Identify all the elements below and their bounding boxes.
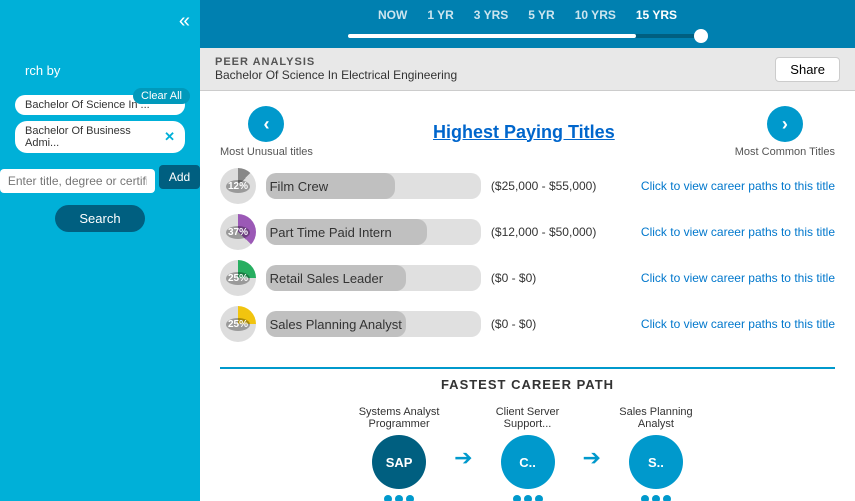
nav-left-col: ‹ Most Unusual titles [220, 106, 313, 158]
path-dot [641, 495, 649, 501]
job-row: 25% Sales Planning Analyst ($0 - $0) Cli… [220, 306, 835, 342]
job-title: Film Crew [266, 179, 328, 194]
peer-title-block: PEER ANALYSIS Bachelor Of Science In Ele… [215, 56, 457, 82]
path-dot [513, 495, 521, 501]
path-node-circle[interactable]: S.. [629, 435, 683, 489]
job-percent-circle: 25% [220, 306, 256, 342]
path-node-circle[interactable]: C.. [501, 435, 555, 489]
slider-track[interactable] [348, 34, 708, 38]
sidebar: « rch by Clear All Bachelor Of Science I… [0, 0, 200, 501]
path-arrow-icon: ➔ [454, 445, 472, 471]
job-bar-wrapper: Retail Sales Leader [266, 265, 481, 291]
nav-15yrs[interactable]: 15 YRS [636, 8, 677, 28]
right-nav-label: Most Common Titles [735, 146, 835, 158]
path-dot [535, 495, 543, 501]
path-dot [395, 495, 403, 501]
job-salary: ($12,000 - $50,000) [491, 225, 631, 239]
search-input[interactable] [0, 169, 155, 193]
job-salary: ($0 - $0) [491, 271, 631, 285]
path-node-title: Systems Analyst Programmer [344, 400, 454, 430]
path-node: Sales Planning Analyst S.. 3 Years [601, 400, 711, 501]
path-node-dots [384, 495, 414, 501]
path-node-dots [513, 495, 543, 501]
tag-label: Bachelor Of Science In ... [25, 99, 150, 111]
job-salary: ($0 - $0) [491, 317, 631, 331]
job-salary: ($25,000 - $55,000) [491, 179, 631, 193]
path-arrow-icon: ➔ [583, 445, 601, 471]
path-node: Client Server Support... C.. 4 Years [473, 400, 583, 501]
slider-thumb[interactable] [694, 29, 708, 43]
job-title: Part Time Paid Intern [266, 225, 392, 240]
path-node-title: Client Server Support... [473, 400, 583, 430]
job-percent: 12% [226, 180, 250, 193]
fastest-career-path-section: FASTEST CAREER PATH Systems Analyst Prog… [200, 357, 855, 501]
section-title-area: Highest Paying Titles [313, 122, 735, 143]
job-bar-wrapper: Part Time Paid Intern [266, 219, 481, 245]
job-row: 25% Retail Sales Leader ($0 - $0) Click … [220, 260, 835, 296]
search-button[interactable]: Search [55, 205, 144, 232]
career-link[interactable]: Click to view career paths to this title [641, 271, 835, 285]
clear-all-button[interactable]: Clear All [133, 88, 190, 104]
left-nav-label: Most Unusual titles [220, 146, 313, 158]
job-percent: 37% [226, 226, 250, 239]
timeline-slider [200, 28, 855, 48]
path-dot [384, 495, 392, 501]
add-button[interactable]: Add [159, 165, 200, 189]
job-bar-wrapper: Sales Planning Analyst [266, 311, 481, 337]
path-dot [406, 495, 414, 501]
path-node-circle[interactable]: SAP [372, 435, 426, 489]
content-area: ‹ Most Unusual titles Highest Paying Tit… [200, 91, 855, 501]
peer-analysis-label: PEER ANALYSIS [215, 56, 457, 68]
job-title: Sales Planning Analyst [266, 317, 402, 332]
job-bar-wrapper: Film Crew [266, 173, 481, 199]
nav-3yrs[interactable]: 3 YRS [474, 8, 508, 28]
nav-1yr[interactable]: 1 YR [427, 8, 453, 28]
career-link[interactable]: Click to view career paths to this title [641, 225, 835, 239]
job-percent: 25% [226, 272, 250, 285]
path-dot [524, 495, 532, 501]
job-percent: 25% [226, 318, 250, 331]
path-dot [652, 495, 660, 501]
job-title: Retail Sales Leader [266, 271, 383, 286]
job-bar-container: Film Crew [266, 173, 481, 199]
nav-now[interactable]: NOW [378, 8, 407, 28]
top-nav: NOW 1 YR 3 YRS 5 YR 10 YRS 15 YRS [200, 0, 855, 28]
career-link[interactable]: Click to view career paths to this title [641, 179, 835, 193]
path-node-dots [641, 495, 671, 501]
prev-arrow[interactable]: ‹ [248, 106, 284, 142]
job-percent-circle: 25% [220, 260, 256, 296]
share-button[interactable]: Share [775, 57, 840, 82]
peer-analysis-header: PEER ANALYSIS Bachelor Of Science In Ele… [200, 48, 855, 91]
nav-10yrs[interactable]: 10 YRS [575, 8, 616, 28]
chevron-left-icon[interactable]: « [179, 10, 190, 33]
tag-label: Bachelor Of Business Admi... [25, 125, 164, 149]
nav-right-col: › Most Common Titles [735, 106, 835, 158]
path-node-title: Sales Planning Analyst [601, 400, 711, 430]
sidebar-header: « [0, 10, 200, 33]
search-by-label: rch by [10, 63, 60, 78]
job-bar-container: Part Time Paid Intern [266, 219, 481, 245]
fastest-path-title: FASTEST CAREER PATH [220, 367, 835, 392]
main-content: NOW 1 YR 3 YRS 5 YR 10 YRS 15 YRS PEER A… [200, 0, 855, 501]
career-path: Systems Analyst Programmer SAP 3 Years ➔… [220, 400, 835, 501]
tag-close-icon[interactable]: ✕ [164, 129, 175, 145]
peer-analysis-subtitle: Bachelor Of Science In Electrical Engine… [215, 68, 457, 82]
next-arrow[interactable]: › [767, 106, 803, 142]
section-title: Highest Paying Titles [433, 122, 615, 143]
career-link[interactable]: Click to view career paths to this title [641, 317, 835, 331]
job-bar-container: Retail Sales Leader [266, 265, 481, 291]
nav-5yr[interactable]: 5 YR [528, 8, 554, 28]
path-dot [663, 495, 671, 501]
job-list: 12% Film Crew ($25,000 - $55,000) Click … [200, 163, 855, 357]
job-percent-circle: 37% [220, 214, 256, 250]
job-percent-circle: 12% [220, 168, 256, 204]
tag-bba: Bachelor Of Business Admi... ✕ [15, 121, 185, 153]
search-input-row: Add [0, 161, 210, 193]
job-bar-container: Sales Planning Analyst [266, 311, 481, 337]
job-row: 12% Film Crew ($25,000 - $55,000) Click … [220, 168, 835, 204]
slider-fill [348, 34, 636, 38]
path-node: Systems Analyst Programmer SAP 3 Years [344, 400, 454, 501]
job-row: 37% Part Time Paid Intern ($12,000 - $50… [220, 214, 835, 250]
title-row: ‹ Most Unusual titles Highest Paying Tit… [200, 91, 855, 163]
